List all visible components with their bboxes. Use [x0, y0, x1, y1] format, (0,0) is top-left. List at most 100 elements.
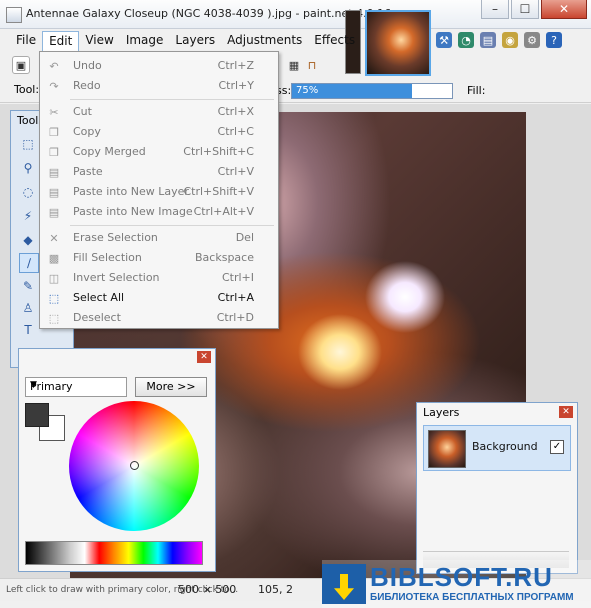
menu-item-label: Undo: [73, 59, 102, 72]
edit-menu-dropdown: ↶ Undo Ctrl+Z ↷ Redo Ctrl+Y ✂ Cut Ctrl+X ❐ Copy Ctr…: [39, 51, 279, 329]
menu-item-deselect[interactable]: ⬚ Deselect Ctrl+D: [40, 308, 278, 328]
menu-item-paste-into-new-layer[interactable]: ▤ Paste into New Layer Ctrl+Shift+V: [40, 182, 278, 202]
menu-item-label: Fill Selection: [73, 251, 142, 264]
app-icon: [6, 7, 22, 23]
menu-item-shortcut: Backspace: [195, 251, 254, 264]
title-bar: Antennae Galaxy Closeup (NGC 4038-4039 )…: [0, 0, 591, 29]
history-icon[interactable]: ◔: [458, 32, 474, 48]
menu-bar: File Edit View Image Layers Adjustments …: [10, 31, 361, 51]
paintnet-window: Antennae Galaxy Closeup (NGC 4038-4039 )…: [0, 0, 591, 608]
menu-item-erase-selection[interactable]: ✕ Erase Selection Del: [40, 228, 278, 248]
menu-item-label: Paste into New Layer: [73, 185, 189, 198]
fill-icon: ▩: [48, 251, 60, 265]
colors-panel-close-icon[interactable]: ✕: [197, 351, 211, 363]
menu-image[interactable]: Image: [120, 31, 170, 51]
cut-icon: ✂: [49, 105, 59, 119]
maximize-button[interactable]: ☐: [511, 0, 539, 19]
paste-image-icon: ▤: [48, 205, 60, 219]
cursor-position: 105, 2: [258, 583, 293, 596]
primary-color-swatch[interactable]: [25, 403, 49, 427]
menu-item-shortcut: Ctrl+D: [216, 311, 254, 324]
layer-visibility-checkbox[interactable]: ✓: [550, 440, 564, 454]
redo-icon: ↷: [49, 79, 59, 93]
help-icon[interactable]: ?: [546, 32, 562, 48]
watermark-subtitle: БИБЛИОТЕКА БЕСПЛАТНЫХ ПРОГРАММ: [370, 592, 574, 603]
menu-view[interactable]: View: [79, 31, 119, 51]
colors-panel: ✕ Primary ▼ More >>: [18, 348, 216, 572]
colors-icon[interactable]: ◉: [502, 32, 518, 48]
menu-layers[interactable]: Layers: [169, 31, 221, 51]
menu-file[interactable]: File: [10, 31, 42, 51]
menu-item-label: Invert Selection: [73, 271, 160, 284]
ruler-icon[interactable]: ⊓: [304, 57, 320, 73]
menu-adjustments[interactable]: Adjustments: [221, 31, 308, 51]
menu-item-redo[interactable]: ↷ Redo Ctrl+Y: [40, 76, 278, 96]
undo-icon: ↶: [49, 59, 59, 73]
menu-item-label: Copy Merged: [73, 145, 146, 158]
deselect-icon: ⬚: [48, 311, 60, 325]
menu-item-select-all[interactable]: ⬚ Select All Ctrl+A: [40, 288, 278, 308]
copy-merged-icon: ❐: [49, 145, 59, 159]
clone-stamp-icon[interactable]: ♙: [19, 299, 37, 317]
menu-item-shortcut: Ctrl+X: [217, 105, 254, 118]
menu-separator: [70, 99, 274, 100]
menu-item-label: Paste: [73, 165, 103, 178]
close-button[interactable]: ✕: [541, 0, 587, 19]
grid-icon[interactable]: ▦: [286, 57, 302, 73]
erase-icon: ✕: [49, 231, 59, 245]
menu-item-cut[interactable]: ✂ Cut Ctrl+X: [40, 102, 278, 122]
image-size: 500 × 500: [178, 583, 237, 596]
chevron-down-icon: ▼: [30, 380, 37, 390]
paste-layer-icon: ▤: [48, 185, 60, 199]
color-palette[interactable]: [25, 541, 203, 565]
menu-item-label: Paste into New Image: [73, 205, 193, 218]
watermark: BIBLSOFT.RU БИБЛИОТЕКА БЕСПЛАТНЫХ ПРОГРА…: [322, 560, 591, 608]
menu-item-shortcut: Ctrl+A: [217, 291, 254, 304]
layer-thumbnail: [428, 430, 466, 468]
layers-panel-close-icon[interactable]: ✕: [559, 406, 573, 418]
color-wheel-marker[interactable]: [130, 461, 139, 470]
settings-icon[interactable]: ⚙: [524, 32, 540, 48]
menu-item-fill-selection[interactable]: ▩ Fill Selection Backspace: [40, 248, 278, 268]
minimize-button[interactable]: –: [481, 0, 509, 19]
menu-item-shortcut: Ctrl+Shift+C: [183, 145, 254, 158]
menu-item-copy-merged[interactable]: ❐ Copy Merged Ctrl+Shift+C: [40, 142, 278, 162]
magic-wand-icon[interactable]: ⚡: [19, 207, 37, 225]
invert-icon: ◫: [48, 271, 60, 285]
opacity-slider[interactable]: 75%: [291, 83, 453, 99]
menu-item-label: Erase Selection: [73, 231, 158, 244]
menu-edit[interactable]: Edit: [42, 31, 80, 51]
window-title: Antennae Galaxy Closeup (NGC 4038-4039 )…: [26, 7, 392, 20]
layer-name: Background: [472, 440, 538, 453]
menu-item-undo[interactable]: ↶ Undo Ctrl+Z: [40, 56, 278, 76]
layers-panel: Layers ✕ Background ✓: [416, 402, 578, 574]
menu-item-label: Deselect: [73, 311, 121, 324]
menu-item-shortcut: Ctrl+Y: [218, 79, 254, 92]
paintbrush-icon[interactable]: ∕: [19, 253, 39, 273]
select-all-icon: ⬚: [48, 291, 60, 305]
menu-effects[interactable]: Effects: [308, 31, 361, 51]
window-controls: – ☐ ✕: [481, 0, 587, 19]
download-arrow-icon: [334, 574, 354, 600]
menu-item-label: Select All: [73, 291, 125, 304]
pencil-icon[interactable]: ✎: [19, 277, 37, 295]
zoom-icon[interactable]: ⚲: [19, 159, 37, 177]
text-icon[interactable]: T: [19, 321, 37, 339]
tools-icon[interactable]: ⚒: [436, 32, 452, 48]
menu-item-paste[interactable]: ▤ Paste Ctrl+V: [40, 162, 278, 182]
menu-item-label: Cut: [73, 105, 92, 118]
menu-item-copy[interactable]: ❐ Copy Ctrl+C: [40, 122, 278, 142]
menu-separator: [70, 225, 274, 226]
menu-item-paste-into-new-image[interactable]: ▤ Paste into New Image Ctrl+Alt+V: [40, 202, 278, 222]
paste-icon: ▤: [48, 165, 60, 179]
ellipse-select-icon[interactable]: ◌: [19, 183, 37, 201]
primary-color-select[interactable]: Primary ▼: [25, 377, 127, 397]
new-image-icon[interactable]: ▣: [12, 56, 30, 74]
rectangle-select-icon[interactable]: ⬚: [19, 135, 37, 153]
paint-bucket-icon[interactable]: ◆: [19, 231, 37, 249]
menu-item-shortcut: Ctrl+C: [217, 125, 254, 138]
layers-icon[interactable]: ▤: [480, 32, 496, 48]
more-colors-button[interactable]: More >>: [135, 377, 207, 397]
menu-item-invert-selection[interactable]: ◫ Invert Selection Ctrl+I: [40, 268, 278, 288]
layer-row[interactable]: Background ✓: [423, 425, 571, 471]
